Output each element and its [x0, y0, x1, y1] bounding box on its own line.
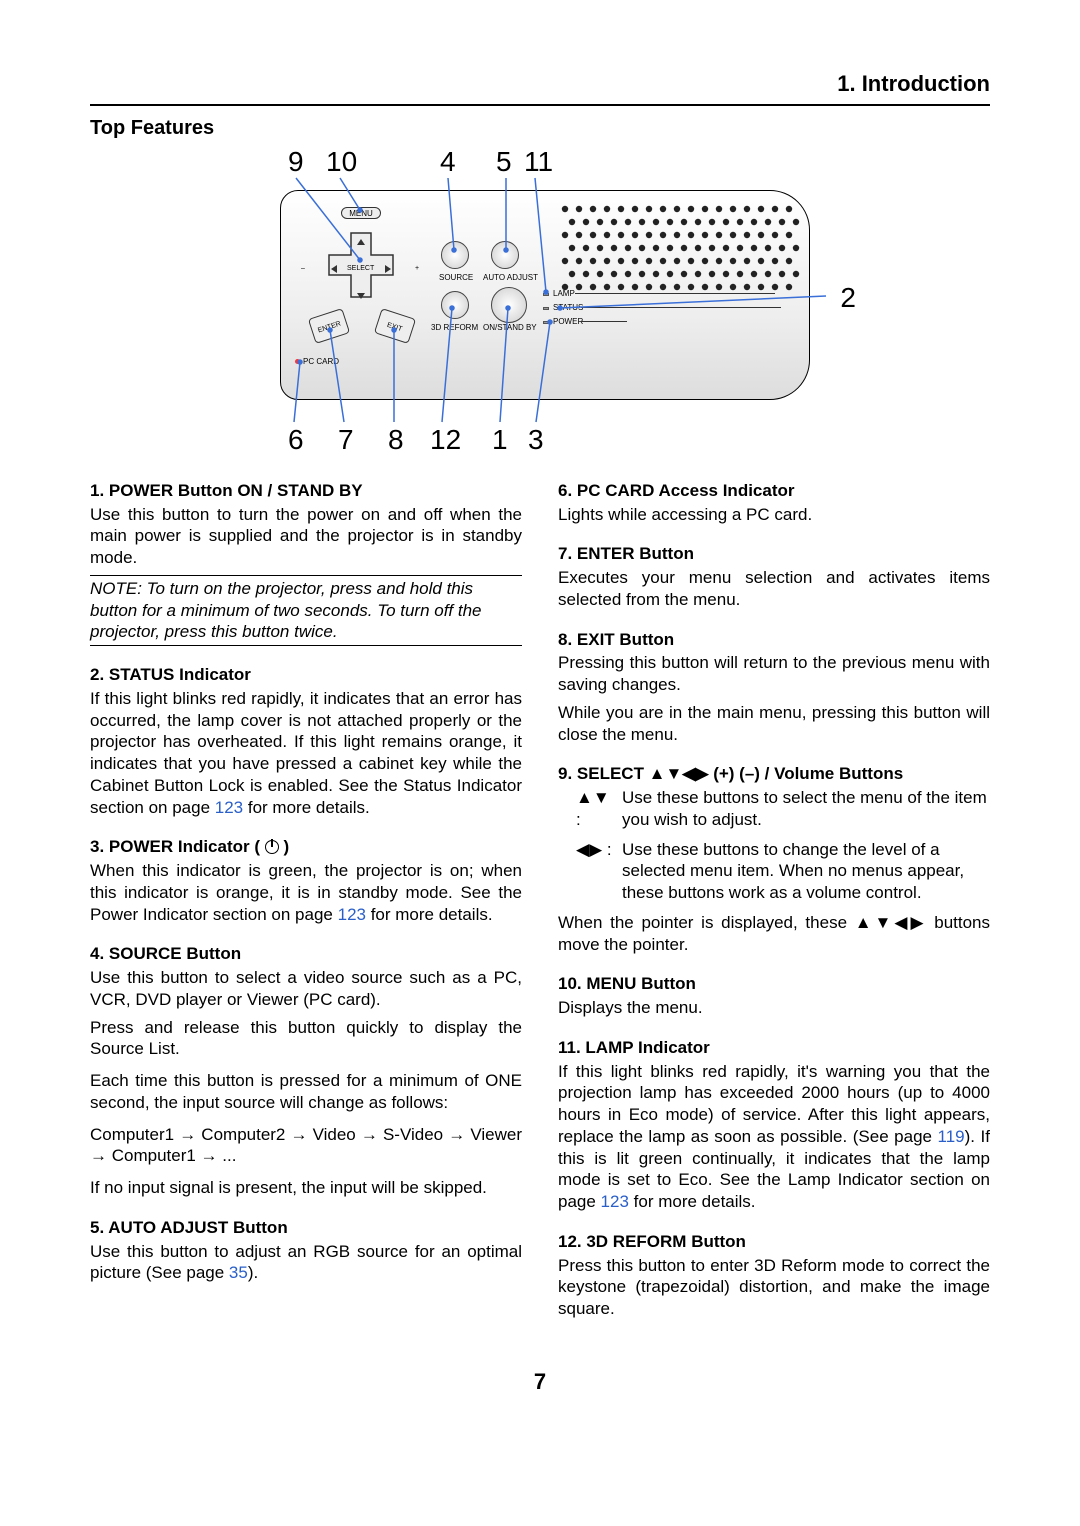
speaker-grille-icon	[561, 205, 801, 295]
content-columns: 1. POWER Button ON / STAND BY Use this b…	[90, 480, 990, 1338]
item-6-body: Lights while accessing a PC card.	[558, 504, 990, 526]
top-panel: MENU – + SELECT ENTER EXIT PC CARD	[280, 190, 810, 400]
auto-adjust-label: AUTO ADJUST	[483, 273, 538, 283]
item-9-row1: ▲▼ : Use these buttons to select the men…	[576, 787, 990, 831]
power-button-icon	[491, 287, 527, 323]
callout-11: 11	[524, 144, 553, 180]
item-2-title: 2. STATUS Indicator	[90, 664, 522, 686]
item-8-title: 8. EXIT Button	[558, 629, 990, 651]
header-rule	[90, 104, 990, 106]
item-8: 8. EXIT Button Pressing this button will…	[558, 629, 990, 746]
item-3-body: When this indicator is green, the projec…	[90, 860, 522, 925]
callout-6: 6	[288, 422, 304, 458]
item-8-p2: While you are in the main menu, pressing…	[558, 702, 990, 746]
minus-label: –	[301, 265, 305, 274]
item-6-title: 6. PC CARD Access Indicator	[558, 480, 990, 502]
onstandby-label: ON/STAND BY	[483, 323, 537, 333]
item-4-seq: Computer1 → Computer2 → Video → S-Video …	[90, 1124, 522, 1168]
callout-5: 5	[496, 144, 512, 180]
updown-icon: ▲▼ :	[576, 787, 612, 831]
reform-label: 3D REFORM	[431, 323, 478, 333]
item-4-p4: If no input signal is present, the input…	[90, 1177, 522, 1199]
item-4-p1: Use this button to select a video source…	[90, 967, 522, 1011]
item-9-row2-text: Use these buttons to change the level of…	[622, 839, 990, 904]
callout-4: 4	[440, 144, 456, 180]
item-7-title: 7. ENTER Button	[558, 543, 990, 565]
callout-10: 10	[326, 144, 357, 180]
item-2-body: If this light blinks red rapidly, it ind…	[90, 688, 522, 819]
callout-7: 7	[338, 422, 354, 458]
item-4-title: 4. SOURCE Button	[90, 943, 522, 965]
callout-3: 3	[528, 422, 544, 458]
item-1-title: 1. POWER Button ON / STAND BY	[90, 480, 522, 502]
item-11: 11. LAMP Indicator If this light blinks …	[558, 1037, 990, 1213]
section-title: Top Features	[90, 116, 990, 142]
lamp-led-icon	[543, 293, 549, 296]
item-7-body: Executes your menu selection and activat…	[558, 567, 990, 611]
power-icon	[265, 840, 279, 854]
item-2: 2. STATUS Indicator If this light blinks…	[90, 664, 522, 818]
page-number: 7	[90, 1368, 990, 1396]
plus-label: +	[415, 265, 419, 274]
item-1-note: NOTE: To turn on the projector, press an…	[90, 575, 522, 646]
item-4: 4. SOURCE Button Use this button to sele…	[90, 943, 522, 1199]
link-119[interactable]: 119	[938, 1127, 965, 1146]
link-35[interactable]: 35	[229, 1263, 248, 1282]
item-10-body: Displays the menu.	[558, 997, 990, 1019]
item-5-title: 5. AUTO ADJUST Button	[90, 1217, 522, 1239]
status-led-icon	[543, 307, 549, 310]
item-7: 7. ENTER Button Executes your menu selec…	[558, 543, 990, 610]
select-label: SELECT	[347, 265, 374, 274]
item-9: 9. SELECT ▲▼◀▶ (+) (–) / Volume Buttons …	[558, 763, 990, 955]
left-column: 1. POWER Button ON / STAND BY Use this b…	[90, 480, 522, 1338]
item-11-title: 11. LAMP Indicator	[558, 1037, 990, 1059]
item-12-body: Press this button to enter 3D Reform mod…	[558, 1255, 990, 1320]
reform-button-icon	[441, 291, 469, 319]
item-5-body: Use this button to adjust an RGB source …	[90, 1241, 522, 1285]
item-9-after: When the pointer is displayed, these ▲▼◀…	[558, 912, 990, 956]
callout-9: 9	[288, 144, 304, 180]
item-4-p3: Each time this button is pressed for a m…	[90, 1070, 522, 1114]
link-123-c[interactable]: 123	[601, 1192, 629, 1211]
callout-12: 12	[430, 422, 461, 458]
auto-adjust-button-icon	[491, 241, 519, 269]
pc-card-label: PC CARD	[303, 357, 339, 367]
leftright-icon: ◀▶ :	[576, 839, 612, 904]
item-5: 5. AUTO ADJUST Button Use this button to…	[90, 1217, 522, 1284]
item-4-p2: Press and release this button quickly to…	[90, 1017, 522, 1061]
item-6: 6. PC CARD Access Indicator Lights while…	[558, 480, 990, 526]
link-123-b[interactable]: 123	[338, 905, 366, 924]
right-column: 6. PC CARD Access Indicator Lights while…	[558, 480, 990, 1338]
item-10: 10. MENU Button Displays the menu.	[558, 973, 990, 1019]
callout-2: 2	[840, 280, 856, 316]
item-9-row2: ◀▶ : Use these buttons to change the lev…	[576, 839, 990, 904]
callout-1: 1	[492, 422, 508, 458]
item-9-title: 9. SELECT ▲▼◀▶ (+) (–) / Volume Buttons	[558, 763, 990, 785]
exit-button: EXIT	[374, 308, 416, 344]
source-button-icon	[441, 241, 469, 269]
item-12-title: 12. 3D REFORM Button	[558, 1231, 990, 1253]
link-123-a[interactable]: 123	[215, 798, 243, 817]
source-label: SOURCE	[439, 273, 473, 283]
item-8-p1: Pressing this button will return to the …	[558, 652, 990, 696]
item-9-row1-text: Use these buttons to select the menu of …	[622, 787, 990, 831]
status-label: STATUS	[553, 303, 583, 313]
item-11-body: If this light blinks red rapidly, it's w…	[558, 1061, 990, 1213]
power-led-icon	[543, 321, 549, 324]
item-3: 3. POWER Indicator ( ) When this indicat…	[90, 836, 522, 925]
enter-button: ENTER	[308, 308, 350, 344]
item-12: 12. 3D REFORM Button Press this button t…	[558, 1231, 990, 1320]
menu-label: MENU	[341, 207, 381, 219]
pc-card-led-icon	[295, 359, 300, 364]
power-label: POWER	[553, 317, 583, 327]
callout-8: 8	[388, 422, 404, 458]
diagram: 9 10 4 5 11 2 6 7 8 12 1 3 MENU	[90, 150, 990, 450]
item-3-title: 3. POWER Indicator ( )	[90, 836, 522, 858]
chapter-header: 1. Introduction	[90, 70, 990, 98]
item-10-title: 10. MENU Button	[558, 973, 990, 995]
item-1-body: Use this button to turn the power on and…	[90, 504, 522, 569]
item-1: 1. POWER Button ON / STAND BY Use this b…	[90, 480, 522, 646]
